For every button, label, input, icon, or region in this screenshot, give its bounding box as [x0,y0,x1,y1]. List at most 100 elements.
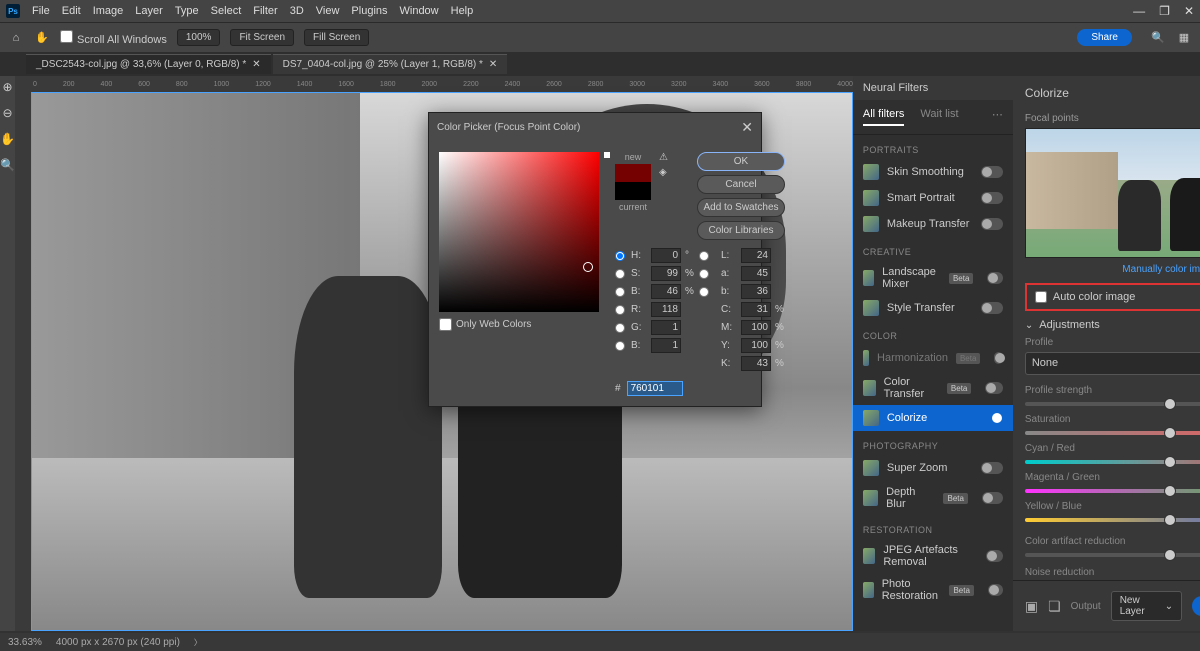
h-input[interactable] [651,248,681,263]
adjustments-header[interactable]: ⌄Adjustments [1025,319,1200,331]
b-radio[interactable] [615,287,625,297]
picker-ok-button[interactable]: OK [697,152,785,171]
web-colors-checkbox[interactable] [439,318,452,331]
menu-image[interactable]: Image [93,5,124,17]
more-icon[interactable]: ⋯ [992,108,1003,126]
toggle[interactable] [981,412,1003,424]
menu-3d[interactable]: 3D [290,5,304,17]
menu-filter[interactable]: Filter [253,5,277,17]
websafe-warning-icon[interactable]: ◈ [659,167,668,178]
hand-tool-icon[interactable]: ✋ [34,31,50,44]
toggle[interactable] [986,550,1003,562]
yellow-blue-slider[interactable] [1025,518,1200,522]
k-input[interactable] [741,356,771,371]
picker-cancel-button[interactable]: Cancel [697,175,785,194]
toggle[interactable] [987,272,1002,284]
filter-smart-portrait[interactable]: Smart Portrait [853,185,1013,211]
a-input[interactable] [741,266,771,281]
search-icon[interactable]: 🔍 [1150,31,1166,44]
y-input[interactable] [741,338,771,353]
toggle[interactable] [981,166,1003,178]
m-input[interactable] [741,320,771,335]
filter-super-zoom[interactable]: Super Zoom [853,455,1013,481]
close-tab-icon[interactable]: ✕ [489,59,497,70]
l-input[interactable] [741,248,771,263]
status-chevron-icon[interactable]: 〉 [194,637,202,648]
menu-window[interactable]: Window [400,5,439,17]
saturation-slider[interactable] [1025,431,1200,435]
toggle[interactable] [981,192,1003,204]
manually-color-link[interactable]: Manually color image [1025,264,1200,275]
add-swatches-button[interactable]: Add to Swatches [697,198,785,217]
layers-icon[interactable]: ❏ [1048,598,1061,615]
g-input[interactable] [651,320,681,335]
preview-image[interactable] [1025,128,1200,258]
l-radio[interactable] [699,251,709,261]
ok-button[interactable]: OK [1192,596,1200,616]
filter-depth-blur[interactable]: Depth BlurBeta [853,481,1013,515]
menu-help[interactable]: Help [451,5,474,17]
r-input[interactable] [651,302,681,317]
scroll-all-windows-checkbox[interactable]: Scroll All Windows [60,30,167,46]
zoom-in-icon[interactable]: ⊕ [2,80,12,94]
filter-colorize[interactable]: Colorize [853,405,1013,431]
menu-layer[interactable]: Layer [135,5,163,17]
filter-skin-smoothing[interactable]: Skin Smoothing [853,159,1013,185]
toggle[interactable] [981,302,1003,314]
filter-style-transfer[interactable]: Style Transfer [853,295,1013,321]
menu-type[interactable]: Type [175,5,199,17]
close-tab-icon[interactable]: ✕ [252,59,260,70]
workspace-icon[interactable]: ▦ [1176,31,1192,44]
document-tab-1[interactable]: _DSC2543-col.jpg @ 33,6% (Layer 0, RGB/8… [26,54,271,74]
bv-input[interactable] [651,338,681,353]
b-input[interactable] [651,284,681,299]
toggle[interactable] [994,352,1002,364]
fit-screen-button[interactable]: Fit Screen [230,29,294,46]
home-icon[interactable]: ⌂ [8,32,24,44]
tab-wait-list[interactable]: Wait list [920,108,958,126]
lab-b-radio[interactable] [699,287,709,297]
menu-plugins[interactable]: Plugins [351,5,387,17]
g-radio[interactable] [615,323,625,333]
color-libraries-button[interactable]: Color Libraries [697,221,785,240]
restore-icon[interactable]: ❐ [1159,4,1170,18]
filter-harmonization[interactable]: HarmonizationBeta [853,345,1013,371]
menu-view[interactable]: View [316,5,340,17]
lab-b-input[interactable] [741,284,771,299]
menu-select[interactable]: Select [211,5,242,17]
c-input[interactable] [741,302,771,317]
zoom-out-icon[interactable]: ⊖ [2,106,12,120]
zoom-tool-icon[interactable]: 🔍 [0,158,15,172]
r-radio[interactable] [615,305,625,315]
zoom-level-button[interactable]: 100% [177,29,221,46]
profile-select[interactable]: None⌄ [1025,352,1200,375]
menu-file[interactable]: File [32,5,50,17]
output-select[interactable]: New Layer⌄ [1111,591,1182,621]
hex-input[interactable] [627,381,683,396]
color-field[interactable] [439,152,599,312]
filter-photo-restoration[interactable]: Photo RestorationBeta [853,573,1013,607]
menu-edit[interactable]: Edit [62,5,81,17]
compare-icon[interactable]: ▣ [1025,598,1038,615]
h-radio[interactable] [615,251,625,261]
filter-color-transfer[interactable]: Color TransferBeta [853,371,1013,405]
hand-icon[interactable]: ✋ [0,132,15,146]
filter-makeup-transfer[interactable]: Makeup Transfer [853,211,1013,237]
profile-strength-slider[interactable] [1025,402,1200,406]
toggle[interactable] [985,382,1002,394]
s-radio[interactable] [615,269,625,279]
filter-jpeg-artefacts[interactable]: JPEG Artefacts Removal [853,539,1013,573]
magenta-green-slider[interactable] [1025,489,1200,493]
fill-screen-button[interactable]: Fill Screen [304,29,369,46]
share-button[interactable]: Share [1077,29,1132,46]
tab-all-filters[interactable]: All filters [863,108,905,126]
gamut-warning-icon[interactable]: ⚠ [659,152,668,163]
toggle[interactable] [981,462,1003,474]
cyan-red-slider[interactable] [1025,460,1200,464]
toggle[interactable] [982,492,1003,504]
a-radio[interactable] [699,269,709,279]
artifact-slider[interactable] [1025,553,1200,557]
s-input[interactable] [651,266,681,281]
filter-landscape-mixer[interactable]: Landscape MixerBeta [853,261,1013,295]
minimize-icon[interactable]: — [1133,4,1145,18]
